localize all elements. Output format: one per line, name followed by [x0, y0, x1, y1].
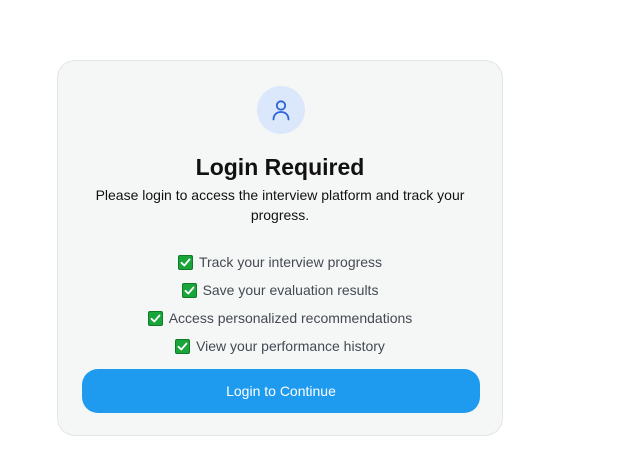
list-item: Access personalized recommendations [58, 304, 502, 332]
feature-label: Track your interview progress [198, 254, 383, 270]
page-subtitle: Please login to access the interview pla… [95, 187, 465, 223]
feature-label: Save your evaluation results [202, 282, 379, 298]
checkmark-icon [177, 254, 193, 270]
checkmark-icon [147, 310, 163, 326]
checkmark-icon [181, 282, 197, 298]
login-button[interactable]: Login to Continue [82, 369, 480, 413]
page-title: Login Required [195, 154, 365, 180]
feature-label: View your performance history [196, 338, 385, 354]
avatar [257, 86, 305, 134]
feature-list: Track your interview progress Save your … [58, 248, 502, 360]
login-card: Login Required Please login to access th… [57, 60, 503, 436]
list-item: Track your interview progress [58, 248, 502, 276]
user-icon [272, 100, 290, 121]
feature-label: Access personalized recommendations [168, 310, 413, 326]
list-item: View your performance history [58, 332, 502, 360]
list-item: Save your evaluation results [58, 276, 502, 304]
checkmark-icon [175, 338, 191, 354]
